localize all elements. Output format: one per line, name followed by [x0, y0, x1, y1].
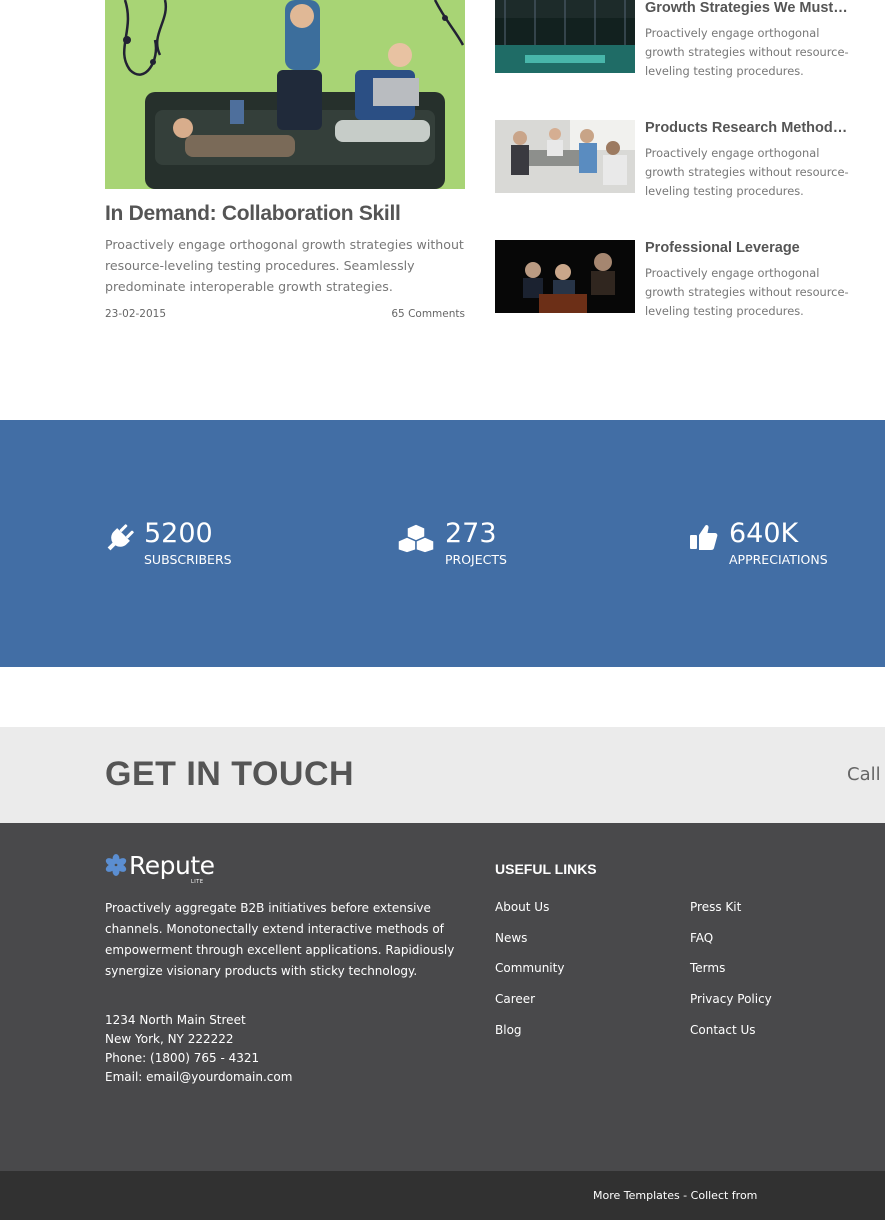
footer-link-about-us[interactable]: About Us — [495, 900, 564, 931]
side-post-thumbnail[interactable] — [495, 0, 635, 73]
footer-link-press-kit[interactable]: Press Kit — [690, 900, 772, 931]
stats-section: 5200 SUBSCRIBERS 273 PROJECTS 640K APPRE… — [0, 420, 885, 667]
blog-section: In Demand: Collaboration Skill Proactive… — [0, 0, 885, 420]
side-post-thumbnail[interactable] — [495, 120, 635, 193]
stat-value: 5200 — [144, 518, 213, 549]
side-post-excerpt: Proactively engage orthogonal growth str… — [645, 266, 849, 318]
get-in-touch-title: GET IN TOUCH — [105, 755, 355, 793]
featured-post-excerpt: Proactively engage orthogonal growth str… — [105, 237, 464, 294]
get-in-touch-section: GET IN TOUCH Call u — [0, 727, 885, 823]
featured-post-title[interactable]: In Demand: Collaboration Skill — [105, 202, 401, 226]
useful-links-heading: USEFUL LINKS — [495, 861, 597, 877]
footer-link-news[interactable]: News — [495, 931, 564, 962]
featured-post-date: 23-02-2015 — [105, 308, 167, 320]
featured-post-image[interactable] — [105, 0, 465, 189]
side-post: Growth Strategies We Must K… Proactively… — [495, 0, 885, 80]
useful-links-column-1: About Us News Community Career Blog — [495, 900, 564, 1053]
plug-icon — [104, 522, 136, 554]
footer-link-community[interactable]: Community — [495, 961, 564, 992]
footer-link-privacy-policy[interactable]: Privacy Policy — [690, 992, 772, 1023]
footer-about-text: Proactively aggregate B2B initiatives be… — [105, 901, 455, 978]
cubes-icon — [397, 522, 435, 554]
side-post-excerpt: Proactively engage orthogonal growth str… — [645, 26, 849, 78]
footer-address: 1234 North Main Street New York, NY 2222… — [105, 1011, 292, 1087]
side-post: Professional Leverage Proactively engage… — [495, 240, 885, 320]
stat-value: 640K — [729, 518, 799, 549]
logo-text: Repute — [129, 851, 215, 880]
address-city: New York, NY 222222 — [105, 1032, 234, 1046]
call-us-text: Call u — [847, 764, 885, 785]
more-templates-link[interactable]: More Templates - Collect from — [593, 1189, 757, 1202]
footer: Repute LITE Proactively aggregate B2B in… — [0, 823, 885, 1171]
side-post-title[interactable]: Products Research Methodolo… — [645, 120, 850, 136]
footer-link-career[interactable]: Career — [495, 992, 564, 1023]
address-phone: Phone: (1800) 765 - 4321 — [105, 1051, 260, 1065]
address-email[interactable]: Email: email@yourdomain.com — [105, 1068, 292, 1087]
side-post-excerpt: Proactively engage orthogonal growth str… — [645, 146, 849, 198]
footer-link-terms[interactable]: Terms — [690, 961, 772, 992]
footer-link-faq[interactable]: FAQ — [690, 931, 772, 962]
featured-post-comments-link[interactable]: 65 Comments — [391, 308, 465, 320]
side-post-title[interactable]: Growth Strategies We Must K… — [645, 0, 850, 16]
footer-link-blog[interactable]: Blog — [495, 1023, 564, 1054]
side-post-thumbnail[interactable] — [495, 240, 635, 313]
stat-label: PROJECTS — [445, 552, 507, 567]
thumbs-up-icon — [689, 522, 721, 554]
footer-link-contact-us[interactable]: Contact Us — [690, 1023, 772, 1054]
side-post: Products Research Methodolo… Proactively… — [495, 120, 885, 200]
footer-logo[interactable]: Repute LITE — [105, 851, 225, 885]
stat-label: APPRECIATIONS — [729, 552, 828, 567]
useful-links-column-2: Press Kit FAQ Terms Privacy Policy Conta… — [690, 900, 772, 1053]
logo-subtext: LITE — [191, 879, 204, 885]
stat-value: 273 — [445, 518, 497, 549]
address-street: 1234 North Main Street — [105, 1013, 246, 1027]
stat-label: SUBSCRIBERS — [144, 552, 232, 567]
asterisk-logo-icon — [105, 854, 127, 876]
footer-bottom-bar: More Templates - Collect from — [0, 1171, 885, 1220]
side-post-title[interactable]: Professional Leverage — [645, 240, 850, 256]
